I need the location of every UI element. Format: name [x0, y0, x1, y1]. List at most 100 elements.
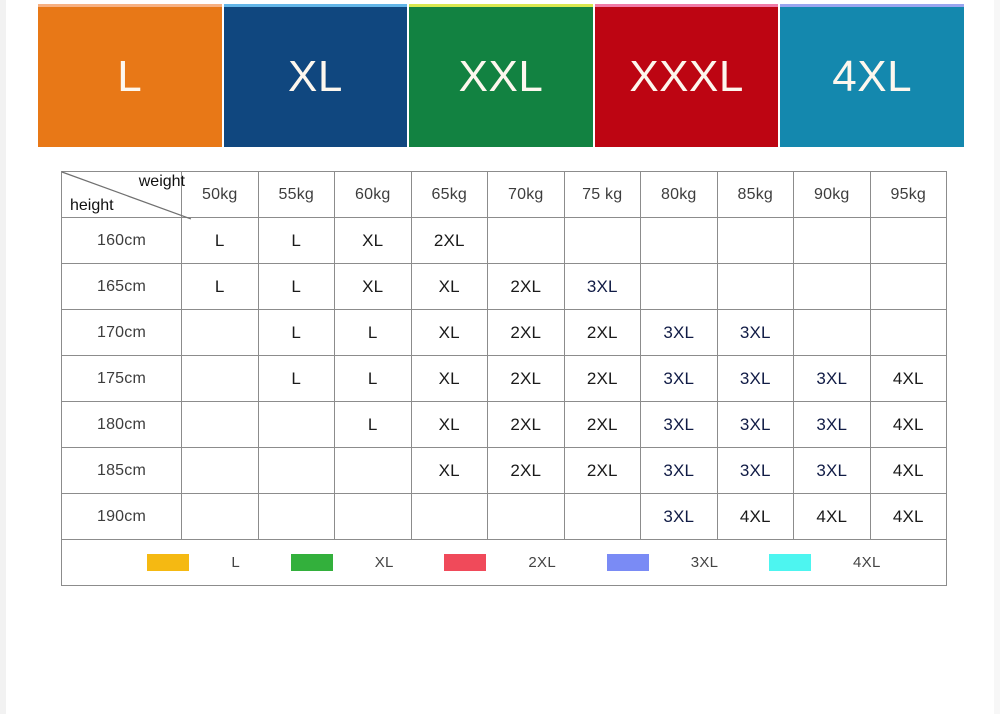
table-row: 185cm XL 2XL 2XL 3XL 3XL 3XL 4XL	[61, 447, 947, 494]
size-cell-2xl: 2XL	[487, 355, 565, 402]
size-cell-xl: XL	[334, 263, 412, 310]
size-cell-3xl: 3XL	[793, 401, 871, 448]
size-cell-l: L	[257, 355, 335, 402]
height-header-4: 180cm	[61, 401, 182, 448]
height-header-5: 185cm	[61, 447, 182, 494]
size-cell-empty	[334, 493, 412, 540]
weight-header-2: 60kg	[334, 171, 412, 218]
legend-row: L XL 2XL 3XL 4XL	[61, 539, 947, 586]
size-cell-2xl: 2XL	[410, 217, 488, 264]
height-header-2: 170cm	[61, 309, 182, 356]
legend-item-l: L	[147, 554, 240, 571]
height-header-1: 165cm	[61, 263, 182, 310]
size-cell-l: L	[257, 217, 335, 264]
table-row: 190cm 3XL 4XL 4XL 4XL	[61, 493, 947, 540]
size-cell-3xl: 3XL	[640, 401, 718, 448]
size-cell-xl: XL	[334, 217, 412, 264]
size-cell-empty	[257, 493, 335, 540]
size-cell-2xl: 2XL	[563, 447, 641, 494]
size-cell-empty	[181, 309, 259, 356]
size-cell-xl: XL	[410, 401, 488, 448]
table-header-row: weight height 50kg 55kg 60kg 65kg 70kg 75 kg 8…	[61, 171, 947, 218]
size-cell-l: L	[181, 217, 259, 264]
size-chart-table: weight height 50kg 55kg 60kg 65kg 70kg 75 kg 8…	[61, 171, 947, 586]
size-cell-empty	[257, 447, 335, 494]
size-cell-xl: XL	[410, 309, 488, 356]
size-cell-3xl: 3XL	[640, 309, 718, 356]
weight-header-6: 80kg	[640, 171, 718, 218]
size-cell-4xl: 4XL	[869, 493, 947, 540]
size-banner: L XL XXL XXXL 4XL	[38, 4, 964, 147]
weight-header-1: 55kg	[257, 171, 335, 218]
table-header: weight height 50kg 55kg 60kg 65kg 70kg 75 kg 8…	[61, 171, 947, 218]
table-row: 175cm L L XL 2XL 2XL 3XL 3XL 3XL 4XL	[61, 355, 947, 402]
legend-item-3xl: 3XL	[606, 554, 719, 571]
axis-label-weight: weight	[138, 173, 185, 190]
size-cell-empty	[257, 401, 335, 448]
banner-size-l: L	[38, 4, 222, 147]
legend-swatch-l	[147, 554, 190, 571]
size-cell-empty	[793, 217, 871, 264]
table-row: 160cm L L XL 2XL	[61, 217, 947, 264]
size-cell-l: L	[257, 309, 335, 356]
height-header-0: 160cm	[61, 217, 182, 264]
size-cell-2xl: 2XL	[487, 309, 565, 356]
height-header-3: 175cm	[61, 355, 182, 402]
axis-label-height: height	[70, 197, 114, 214]
weight-header-0: 50kg	[181, 171, 259, 218]
table-row: 180cm L XL 2XL 2XL 3XL 3XL 3XL 4XL	[61, 401, 947, 448]
size-cell-empty	[487, 493, 565, 540]
legend-container-cell: L XL 2XL 3XL 4XL	[61, 539, 947, 586]
legend-label-3xl: 3XL	[690, 554, 719, 571]
size-cell-empty	[334, 447, 412, 494]
table-row: 165cm L L XL XL 2XL 3XL	[61, 263, 947, 310]
table-row: 170cm L L XL 2XL 2XL 3XL 3XL	[61, 309, 947, 356]
size-cell-empty	[640, 217, 718, 264]
weight-header-3: 65kg	[410, 171, 488, 218]
table-body: 160cm L L XL 2XL 165cm L L XL XL 2XL 3XL 170cm L L XL 2X…	[61, 217, 947, 540]
size-cell-3xl: 3XL	[716, 401, 794, 448]
banner-size-xl: XL	[223, 4, 408, 147]
corner-axis-cell: weight height	[61, 171, 185, 218]
size-cell-empty	[563, 493, 641, 540]
size-cell-empty	[181, 401, 259, 448]
size-cell-empty	[181, 447, 259, 494]
legend-swatch-4xl	[769, 554, 812, 571]
size-cell-l: L	[181, 263, 259, 310]
size-cell-3xl: 3XL	[716, 447, 794, 494]
size-cell-3xl: 3XL	[640, 447, 718, 494]
size-cell-3xl: 3XL	[563, 263, 641, 310]
size-cell-l: L	[334, 355, 412, 402]
size-cell-l: L	[257, 263, 335, 310]
size-cell-2xl: 2XL	[563, 355, 641, 402]
size-cell-3xl: 3XL	[793, 447, 871, 494]
size-cell-2xl: 2XL	[563, 401, 641, 448]
weight-header-4: 70kg	[487, 171, 565, 218]
banner-size-xxl: XXL	[409, 4, 593, 147]
size-cell-empty	[793, 263, 871, 310]
size-cell-empty	[410, 493, 488, 540]
height-header-6: 190cm	[61, 493, 182, 540]
size-cell-empty	[793, 309, 871, 356]
size-cell-empty	[869, 263, 947, 310]
weight-header-5: 75 kg	[563, 171, 641, 218]
size-cell-empty	[181, 493, 259, 540]
legend-label-2xl: 2XL	[528, 554, 556, 571]
size-cell-3xl: 3XL	[716, 355, 794, 402]
size-cell-l: L	[334, 309, 412, 356]
size-cell-4xl: 4XL	[716, 493, 794, 540]
size-cell-3xl: 3XL	[716, 309, 794, 356]
size-cell-empty	[563, 217, 641, 264]
size-cell-empty	[181, 355, 259, 402]
legend-label-4xl: 4XL	[853, 554, 881, 571]
size-cell-xl: XL	[410, 447, 488, 494]
legend-label-l: L	[231, 554, 241, 571]
legend-item-xl: XL	[290, 554, 394, 571]
size-cell-3xl: 3XL	[793, 355, 871, 402]
weight-header-8: 90kg	[793, 171, 871, 218]
legend: L XL 2XL 3XL 4XL	[62, 540, 946, 585]
size-cell-empty	[640, 263, 718, 310]
weight-header-9: 95kg	[869, 171, 947, 218]
size-cell-2xl: 2XL	[487, 447, 565, 494]
size-cell-2xl: 2XL	[487, 263, 565, 310]
